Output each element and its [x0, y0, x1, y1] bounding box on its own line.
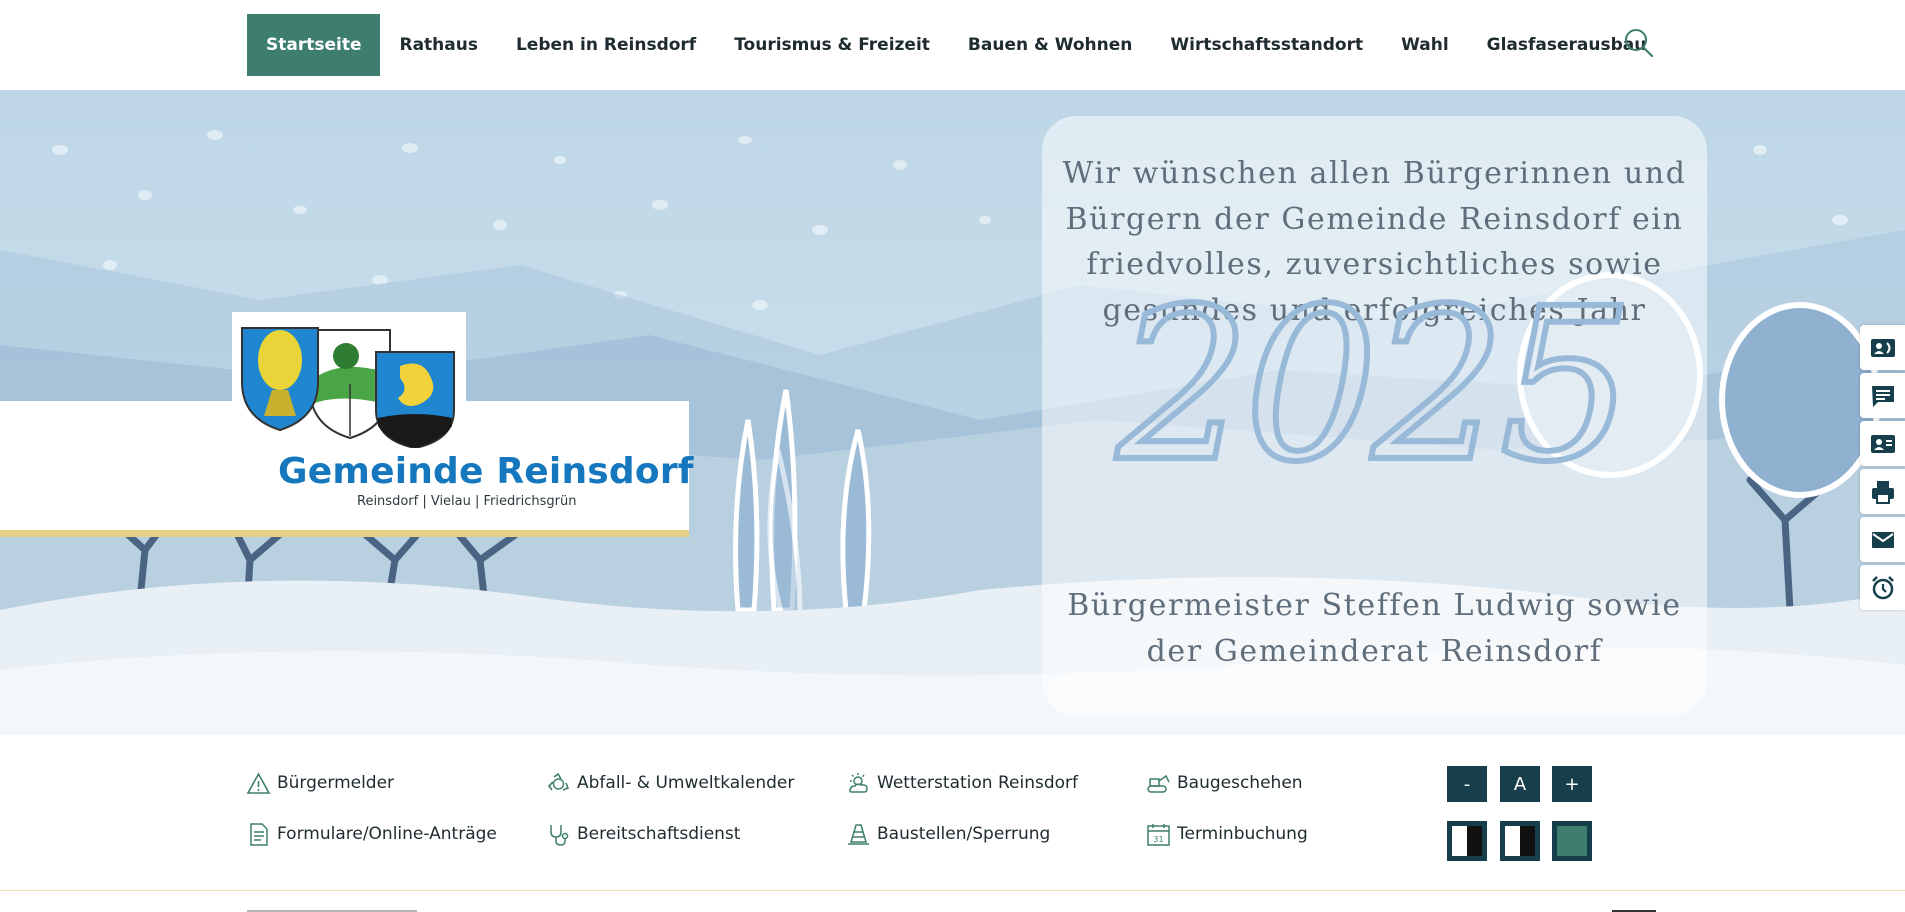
chat-icon [1871, 385, 1894, 407]
quicklink-label: Wetterstation Reinsdorf [877, 773, 1078, 793]
mail-icon [1871, 531, 1894, 548]
font-size-reset-button[interactable]: A [1500, 766, 1540, 802]
email-button[interactable] [1860, 517, 1905, 562]
nav-item-rathaus[interactable]: Rathaus [380, 14, 496, 76]
contrast-mode-2-button[interactable] [1500, 821, 1540, 861]
nav-item-bauen-wohnen[interactable]: Bauen & Wohnen [949, 14, 1152, 76]
excavator-icon [1147, 774, 1170, 793]
contrast-mode-3-button[interactable] [1552, 821, 1592, 861]
quicklink-wetterstation[interactable]: Wetterstation Reinsdorf [846, 770, 1078, 796]
printer-icon [1871, 480, 1894, 504]
quicklink-label: Bürgermelder [277, 773, 395, 793]
quicklink-label: Terminbuchung [1177, 824, 1308, 844]
traffic-cone-icon [848, 823, 869, 845]
svg-text:31: 31 [1153, 835, 1163, 844]
contact-card-icon [1870, 434, 1895, 453]
nav-item-wahl[interactable]: Wahl [1382, 14, 1468, 76]
quicklink-formulare[interactable]: Formulare/Online-Anträge [246, 821, 497, 847]
contact-card-button[interactable] [1860, 421, 1905, 466]
warning-icon [246, 771, 271, 794]
document-icon [250, 822, 268, 846]
print-button[interactable] [1860, 469, 1905, 514]
quicklink-label: Bereitschaftsdienst [577, 824, 741, 844]
coat-of-arms-logo [241, 327, 455, 448]
quicklink-abfallkalender[interactable]: Abfall- & Umweltkalender [546, 770, 794, 796]
greeting-signature: Bürgermeister Steffen Ludwig sowie der G… [1067, 588, 1682, 669]
quicklink-terminbuchung[interactable]: 31 Terminbuchung [1146, 821, 1308, 847]
search-button[interactable] [1622, 26, 1656, 60]
nav-item-wirtschaftsstandort[interactable]: Wirtschaftsstandort [1151, 14, 1382, 76]
contrast-high-icon [1505, 826, 1535, 856]
top-navigation: Startseite Rathaus Leben in Reinsdorf To… [0, 0, 1905, 90]
calendar-icon: 31 [1147, 823, 1170, 846]
contact-phone-button[interactable] [1860, 325, 1905, 370]
site-name[interactable]: Gemeinde Reinsdorf [278, 451, 694, 492]
main-menu: Startseite Rathaus Leben in Reinsdorf To… [247, 14, 1665, 76]
nav-item-startseite[interactable]: Startseite [247, 14, 381, 76]
stethoscope-icon [550, 824, 569, 846]
hero-banner: Gemeinde Reinsdorf Reinsdorf | Vielau | … [0, 90, 1905, 735]
nav-item-tourismus-freizeit[interactable]: Tourismus & Freizeit [715, 14, 949, 76]
quicklink-buergermelder[interactable]: Bürgermelder [246, 770, 394, 796]
font-size-increase-button[interactable]: + [1552, 766, 1592, 802]
contrast-theme-icon [1557, 826, 1587, 856]
chat-button[interactable] [1860, 373, 1905, 418]
year-text: 2025 [1116, 280, 1627, 480]
contrast-default-icon [1452, 826, 1482, 856]
footer-divider [0, 890, 1905, 891]
site-subtitle: Reinsdorf | Vielau | Friedrichsgrün [357, 494, 577, 509]
quick-links: Bürgermelder Abfall- & Umweltkalender We… [0, 735, 1905, 890]
quicklink-label: Formulare/Online-Anträge [277, 824, 497, 844]
quicklink-baugeschehen[interactable]: Baugeschehen [1146, 770, 1303, 796]
contrast-mode-1-button[interactable] [1447, 821, 1487, 861]
year-2025-lettering: 2025 [1113, 280, 1636, 480]
quicklink-label: Abfall- & Umweltkalender [577, 773, 795, 793]
nav-item-leben-in-reinsdorf[interactable]: Leben in Reinsdorf [497, 14, 715, 76]
quicklink-label: Baugeschehen [1177, 773, 1303, 793]
alarm-clock-icon [1871, 575, 1894, 599]
quicklink-label: Baustellen/Sperrung [877, 824, 1051, 844]
quicklink-bereitschaftsdienst[interactable]: Bereitschaftsdienst [546, 821, 740, 847]
search-icon [1625, 29, 1654, 58]
weather-icon [849, 772, 868, 793]
quicklink-baustellen[interactable]: Baustellen/Sperrung [846, 821, 1050, 847]
font-size-decrease-button[interactable]: - [1447, 766, 1487, 802]
side-toolbar [1860, 325, 1905, 613]
recycle-icon [547, 772, 570, 791]
contact-card-phone-icon [1870, 338, 1895, 357]
opening-hours-button[interactable] [1860, 565, 1905, 610]
